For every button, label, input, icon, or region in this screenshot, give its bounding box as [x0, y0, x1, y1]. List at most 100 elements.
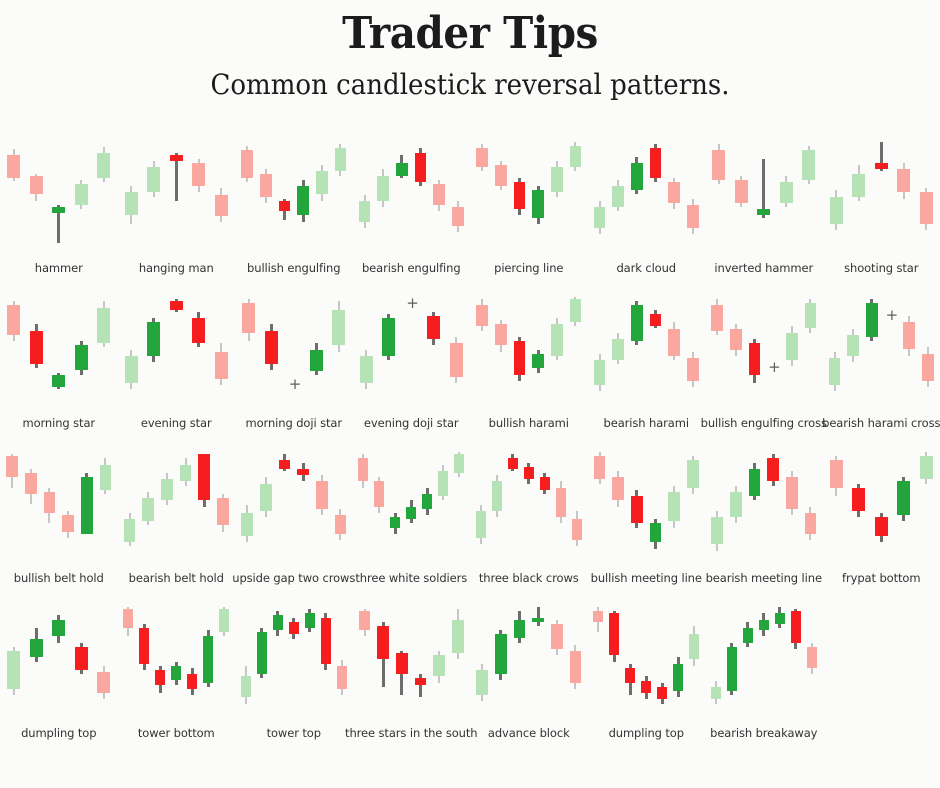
- candlestick-chart: [355, 452, 467, 557]
- pattern-cell[interactable]: inverted hammer: [705, 142, 823, 297]
- doji-cross-icon: +: [406, 294, 419, 313]
- pattern-cell[interactable]: + bearish harami cross: [822, 297, 940, 452]
- pattern-cell[interactable]: morning star: [0, 297, 118, 452]
- bullish-candle-body: [513, 619, 526, 639]
- pattern-cell[interactable]: three black crows: [470, 452, 588, 607]
- pattern-cell[interactable]: three white soldiers: [353, 452, 471, 607]
- bearish-candle-body: [806, 646, 817, 668]
- pattern-cell[interactable]: hanging man: [118, 142, 236, 297]
- pattern-cell[interactable]: evening star: [118, 297, 236, 452]
- bullish-candle-body: [147, 322, 161, 356]
- pattern-label: advance block: [487, 726, 570, 740]
- pattern-cell[interactable]: + bullish engulfing cross: [701, 297, 827, 452]
- bullish-candle-body: [758, 619, 769, 631]
- bullish-candle-body: [179, 464, 192, 482]
- bullish-candle-body: [673, 663, 684, 691]
- pattern-label: bearish engulfing: [361, 261, 461, 275]
- bullish-candle-body: [406, 506, 417, 520]
- bearish-candle-body: [377, 625, 390, 660]
- bullish-candle-body: [494, 634, 507, 675]
- bearish-candle-body: [278, 200, 291, 212]
- bearish-candle-body: [523, 466, 534, 480]
- bullish-candle-body: [309, 349, 323, 371]
- pattern-label: dumpling top: [21, 726, 97, 740]
- pattern-cell[interactable]: dark cloud: [588, 142, 706, 297]
- doji-cross-icon: +: [288, 375, 302, 394]
- pattern-row: morning star evening star + morning doji st…: [0, 294, 940, 452]
- pattern-label: morning star: [22, 416, 96, 430]
- pattern-cell[interactable]: advance block: [470, 607, 588, 762]
- bullish-candle-body: [297, 186, 309, 216]
- pattern-cell[interactable]: bearish breakaway: [705, 607, 823, 762]
- pattern-cell[interactable]: three stars in the south: [345, 607, 478, 762]
- pattern-cell[interactable]: tower bottom: [118, 607, 236, 762]
- pattern-label: three stars in the south: [345, 726, 478, 740]
- pattern-label: three black crows: [478, 571, 579, 585]
- pattern-cell[interactable]: frypat bottom: [823, 452, 940, 607]
- candlestick-chart: [120, 297, 232, 402]
- bearish-candle-body: [214, 194, 228, 216]
- pattern-cell[interactable]: shooting star: [823, 142, 940, 297]
- pattern-cell[interactable]: bearish harami: [588, 297, 706, 452]
- bullish-candle-body: [241, 512, 253, 536]
- pattern-row: hammer hanging man bullish engulfing bearis…: [0, 142, 940, 297]
- bearish-candle-body: [593, 456, 606, 480]
- bearish-candle-body: [29, 175, 43, 195]
- bullish-candle-body: [7, 651, 21, 689]
- candlestick-chart: [708, 452, 820, 557]
- pattern-grid: hammer hanging man bullish engulfing bearis…: [0, 142, 940, 762]
- pattern-cell[interactable]: bearish engulfing: [353, 142, 471, 297]
- page-subtitle: Common candlestick reversal patterns.: [210, 67, 730, 101]
- candlestick-chart: [590, 607, 702, 712]
- candlestick-chart: [3, 607, 115, 712]
- bullish-candle-body: [124, 355, 138, 384]
- pattern-cell[interactable]: tower top: [235, 607, 353, 762]
- bullish-candle-body: [612, 186, 625, 208]
- pattern-cell[interactable]: bearish meeting line: [705, 452, 823, 607]
- candlestick-chart: [825, 452, 937, 557]
- bullish-candle-body: [569, 299, 582, 323]
- bullish-candle-body: [828, 357, 841, 386]
- candlestick-chart: [238, 142, 350, 247]
- pattern-cell[interactable]: hammer: [0, 142, 118, 297]
- bearish-candle-body: [476, 305, 488, 327]
- bearish-candle-body: [513, 181, 526, 210]
- candlestick-chart: [590, 452, 702, 557]
- bearish-candle-body: [449, 343, 463, 377]
- pattern-label: dumpling top: [608, 726, 684, 740]
- bullish-candle-body: [689, 634, 700, 660]
- bearish-candle-body: [631, 496, 643, 524]
- bullish-candle-body: [802, 150, 816, 180]
- bearish-candle-body: [852, 487, 866, 511]
- bullish-candle-body: [476, 670, 488, 696]
- bullish-candle-body: [491, 481, 502, 511]
- pattern-cell[interactable]: [823, 607, 940, 762]
- bullish-candle-body: [219, 609, 230, 633]
- bullish-candle-body: [74, 345, 88, 371]
- pattern-cell[interactable]: upside gap two crows: [232, 452, 355, 607]
- pattern-cell[interactable]: piercing line: [470, 142, 588, 297]
- pattern-cell[interactable]: dumpling top: [588, 607, 706, 762]
- bullish-candle-body: [52, 619, 66, 637]
- pattern-cell[interactable]: + morning doji star: [235, 297, 353, 452]
- bullish-candle-body: [240, 676, 251, 698]
- pattern-cell[interactable]: bearish belt hold: [118, 452, 236, 607]
- pattern-cell[interactable]: bullish harami: [470, 297, 588, 452]
- pattern-label: bullish belt hold: [13, 571, 104, 585]
- bullish-candle-body: [711, 517, 723, 545]
- pattern-label: tower top: [266, 726, 321, 740]
- bearish-candle-body: [874, 163, 888, 170]
- pattern-label: dark cloud: [616, 261, 677, 275]
- pattern-cell[interactable]: + evening doji star: [353, 294, 471, 452]
- pattern-cell[interactable]: bullish engulfing: [235, 142, 353, 297]
- pattern-cell[interactable]: bullish meeting line: [588, 452, 706, 607]
- pattern-cell[interactable]: bullish belt hold: [0, 452, 118, 607]
- pattern-label: evening doji star: [363, 416, 459, 430]
- bearish-candle-body: [513, 341, 526, 375]
- bearish-candle-body: [593, 611, 604, 622]
- bullish-candle-body: [74, 184, 88, 205]
- candlestick-chart: [473, 452, 585, 557]
- bullish-candle-body: [396, 163, 408, 176]
- pattern-cell[interactable]: dumpling top: [0, 607, 118, 762]
- bearish-candle-body: [198, 454, 211, 501]
